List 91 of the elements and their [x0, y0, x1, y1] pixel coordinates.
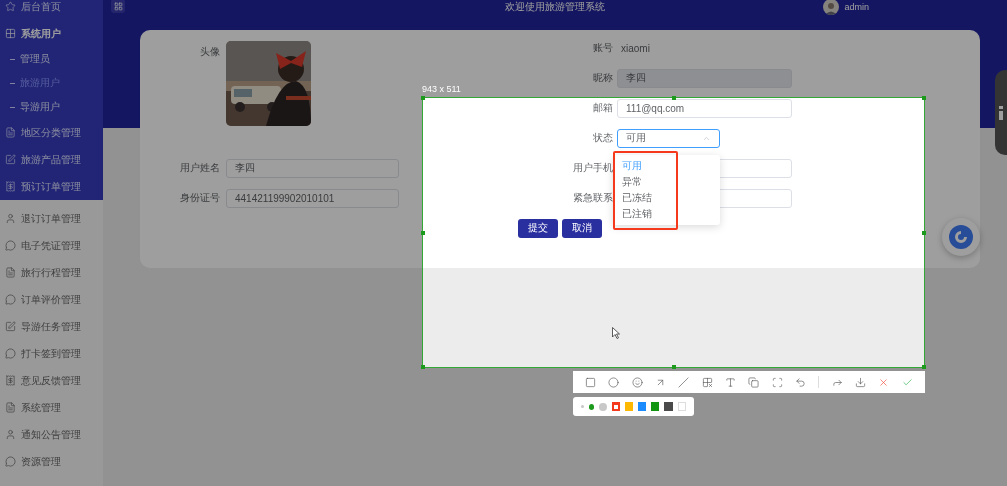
- check-icon[interactable]: [901, 376, 913, 388]
- sidebar-item[interactable]: 电子凭证管理: [0, 232, 103, 259]
- field-label: 用户手机: [573, 161, 614, 175]
- edit-icon: [5, 321, 16, 332]
- color-swatch[interactable]: [611, 402, 620, 411]
- sidebar-item[interactable]: 打卡签到管理: [0, 340, 103, 367]
- chat-icon: [5, 456, 16, 467]
- scan-icon[interactable]: [771, 376, 783, 388]
- document-icon: [5, 127, 16, 138]
- document-icon: [5, 267, 16, 278]
- user-icon: [5, 213, 16, 224]
- sidebar-item[interactable]: 订单评价管理: [0, 286, 103, 313]
- field-label: 用户姓名: [180, 161, 221, 175]
- download-icon[interactable]: [855, 376, 867, 388]
- sidebar-item[interactable]: 旅游产品管理: [0, 146, 103, 173]
- circle-icon[interactable]: [608, 376, 620, 388]
- sidebar-item[interactable]: 地区分类管理: [0, 119, 103, 146]
- dropdown-option[interactable]: 已冻结: [613, 189, 720, 206]
- info-icon: [999, 105, 1003, 120]
- user-name[interactable]: admin: [844, 2, 869, 12]
- dash-icon: [10, 58, 15, 60]
- field-label: 邮箱: [593, 101, 614, 115]
- menu-button[interactable]: [111, 0, 125, 13]
- sidebar-item[interactable]: 导游任务管理: [0, 313, 103, 340]
- copy-icon[interactable]: [748, 376, 760, 388]
- grid-icon: [113, 1, 123, 11]
- color-swatch[interactable]: [637, 402, 647, 411]
- selection-size: 943 x 511: [422, 84, 461, 94]
- text-icon[interactable]: [725, 376, 737, 388]
- close-icon[interactable]: [878, 376, 890, 388]
- resize-handle[interactable]: [922, 231, 926, 235]
- field-label: 身份证号: [180, 191, 221, 205]
- edit-icon: [5, 154, 16, 165]
- color-swatch[interactable]: [664, 402, 673, 411]
- resize-handle[interactable]: [922, 96, 926, 100]
- resize-handle[interactable]: [672, 365, 676, 369]
- dropdown-option[interactable]: 已注销: [613, 205, 720, 222]
- field-label: 状态: [593, 131, 614, 145]
- chat-icon: [5, 348, 16, 359]
- sidebar-item[interactable]: 意见反馈管理: [0, 367, 103, 394]
- color-swatch[interactable]: [677, 402, 686, 411]
- document-icon: [5, 402, 16, 413]
- field-label: 账号: [593, 41, 614, 55]
- pen-size-dot[interactable]: [581, 405, 584, 408]
- input-field[interactable]: 111@qq.com: [617, 98, 792, 118]
- color-swatch[interactable]: [624, 402, 633, 411]
- field-label: 紧急联系: [573, 191, 614, 205]
- color-swatch[interactable]: [651, 402, 660, 411]
- pen-size-dot[interactable]: [588, 403, 595, 410]
- resize-handle[interactable]: [421, 231, 425, 235]
- dash-icon: [10, 106, 15, 108]
- input-field[interactable]: 李四: [226, 158, 399, 178]
- sidebar-item[interactable]: 后台首页: [0, 0, 103, 20]
- app-title: 欢迎使用旅游管理系统: [505, 1, 605, 12]
- sidebar-subitem[interactable]: 管理员: [0, 47, 103, 71]
- sidebar-item[interactable]: 系统用户: [0, 20, 103, 47]
- resize-handle[interactable]: [421, 96, 425, 100]
- chat-icon: [5, 240, 16, 251]
- sidebar-item[interactable]: 资源管理: [0, 448, 103, 475]
- sidebar-item[interactable]: 预订订单管理: [0, 173, 103, 200]
- dropdown-option[interactable]: 可用: [613, 157, 720, 174]
- user-avatar[interactable]: [823, 0, 840, 15]
- input-field[interactable]: 441421199902010101: [226, 188, 399, 208]
- smiley-icon[interactable]: [631, 376, 643, 388]
- user-icon: [5, 429, 16, 440]
- undo-icon[interactable]: [795, 376, 807, 388]
- cancel-button[interactable]: 取消: [562, 218, 602, 238]
- line-icon[interactable]: [678, 376, 690, 388]
- receipt-icon: [5, 181, 16, 192]
- receipt-icon: [5, 375, 16, 386]
- rectangle-icon[interactable]: [585, 376, 597, 388]
- star-icon: [5, 1, 16, 12]
- dash-icon: [10, 82, 15, 84]
- field-label: 昵称: [593, 71, 614, 85]
- sidebar-item[interactable]: 通知公告管理: [0, 421, 103, 448]
- grid-icon: [5, 28, 16, 39]
- dropdown-option[interactable]: 异常: [613, 173, 720, 190]
- submit-button[interactable]: 提交: [518, 218, 558, 238]
- resize-handle[interactable]: [421, 365, 425, 369]
- cursor-icon: [612, 327, 620, 339]
- pen-size-dot[interactable]: [599, 402, 607, 411]
- chat-icon: [5, 294, 16, 305]
- sidebar-item[interactable]: 系统管理: [0, 394, 103, 421]
- field-value: xiaomi: [620, 42, 650, 54]
- resize-handle[interactable]: [922, 365, 926, 369]
- mosaic-icon[interactable]: [701, 376, 713, 388]
- sidebar-subitem[interactable]: 导游用户: [0, 95, 103, 119]
- sidebar-item[interactable]: 退订订单管理: [0, 205, 103, 232]
- field-label: 头像: [200, 45, 221, 59]
- sidebar-item[interactable]: 旅行行程管理: [0, 259, 103, 286]
- resize-handle[interactable]: [672, 96, 676, 100]
